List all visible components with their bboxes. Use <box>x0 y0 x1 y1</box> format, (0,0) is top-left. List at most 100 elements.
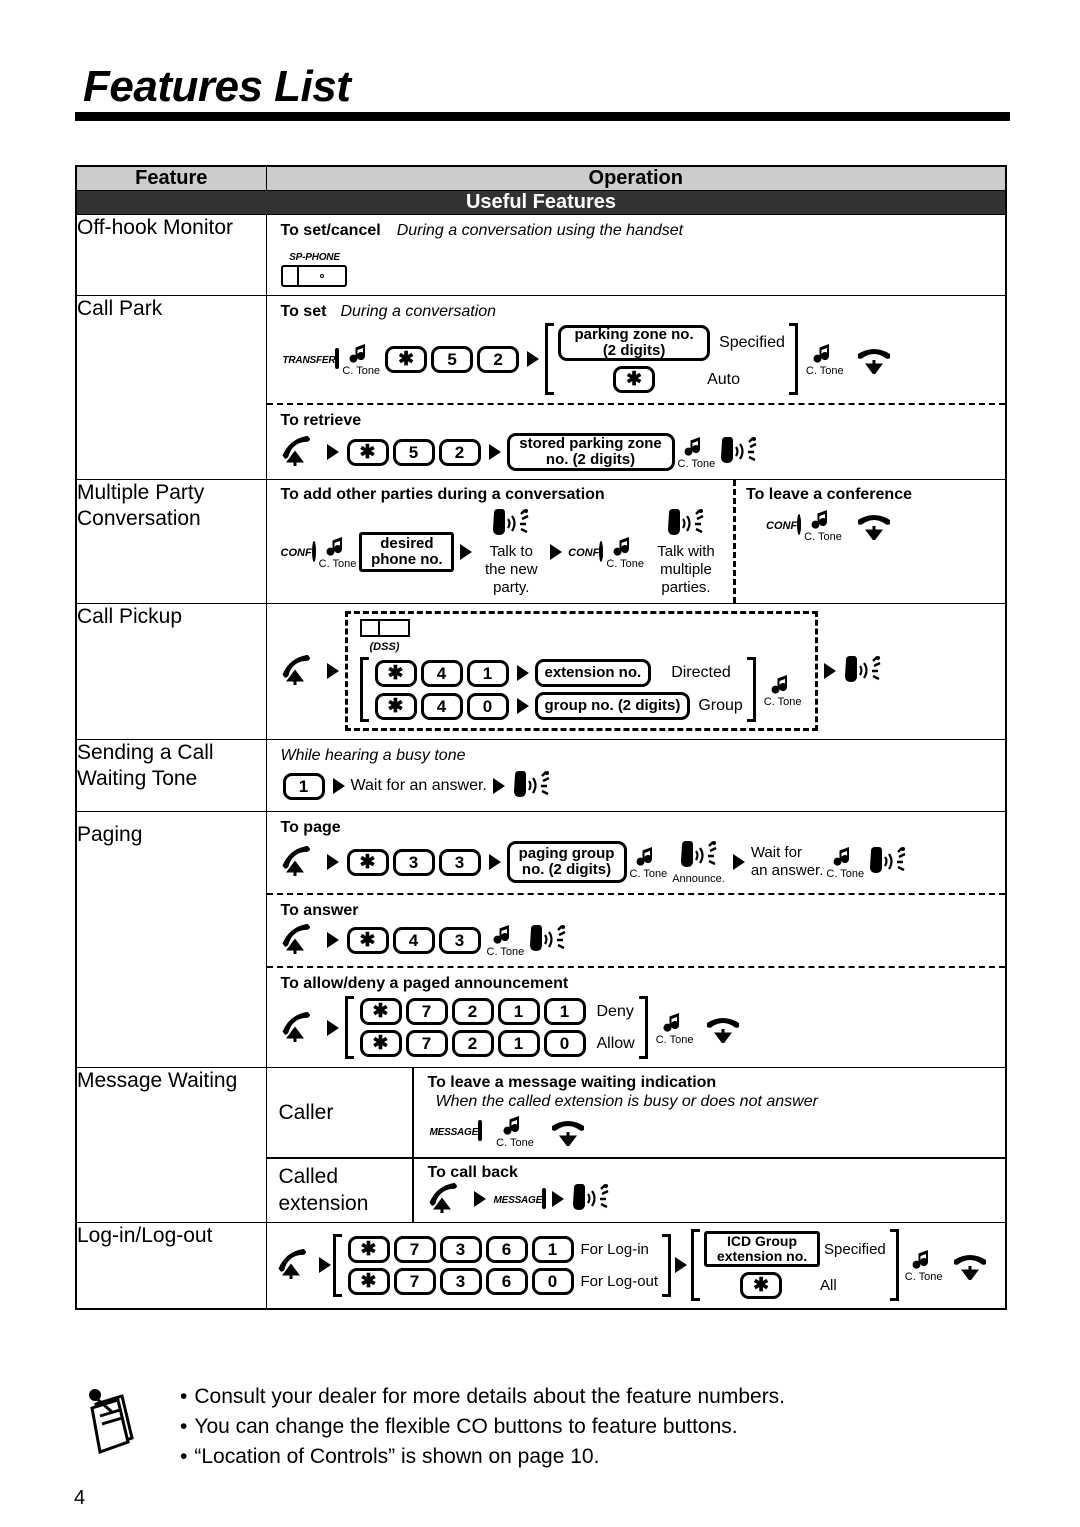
dial-key[interactable]: ✱ <box>346 926 389 954</box>
dial-key[interactable]: ✱ <box>347 1235 390 1263</box>
dial-key[interactable]: 6 <box>485 1267 528 1295</box>
page-number: 4 <box>74 1487 86 1509</box>
dial-key[interactable]: 1 <box>497 1030 540 1057</box>
feature-name: Call Park <box>75 295 267 480</box>
confirmation-tone: C. Tone <box>804 507 842 543</box>
dial-key[interactable]: 1 <box>531 1235 574 1263</box>
desired-phone-no-callout[interactable]: desired phone no. <box>359 532 455 572</box>
talk-icon <box>867 845 909 879</box>
hang-up-icon <box>853 510 895 540</box>
dial-key[interactable]: 7 <box>393 1267 436 1295</box>
dial-key[interactable]: 7 <box>405 1030 448 1057</box>
dss-button[interactable]: (DSS) <box>359 619 410 655</box>
wait-for-line2: an answer. <box>750 862 824 879</box>
dial-key[interactable]: ✱ <box>346 438 389 466</box>
sub-operation: While hearing a busy tone 1 Wait for an … <box>267 740 1006 811</box>
dial-key[interactable]: ✱ <box>359 1030 402 1057</box>
talk-icon <box>678 839 720 873</box>
parking-zone-callout[interactable]: parking zone no. (2 digits) <box>558 325 711 361</box>
dial-key[interactable]: 7 <box>393 1235 436 1263</box>
dial-key[interactable]: 4 <box>420 659 463 687</box>
sub-subheading: When the called extension is busy or doe… <box>435 1093 818 1110</box>
dial-key[interactable]: 1 <box>282 772 325 800</box>
dial-key[interactable]: 3 <box>392 848 435 876</box>
option-label: Specified <box>719 334 785 351</box>
features-table: Feature Operation Useful Features Off-ho… <box>75 165 1007 1310</box>
table-row: Sending a Call Waiting Tone While hearin… <box>75 739 1007 812</box>
hang-up-icon <box>853 344 895 374</box>
dial-key[interactable]: 3 <box>438 848 481 876</box>
dial-key[interactable]: 5 <box>431 345 474 373</box>
arrow-right-icon <box>332 778 345 794</box>
confirmation-tone: C. Tone <box>342 341 380 377</box>
title-underline <box>75 112 1010 121</box>
dial-key[interactable]: 7 <box>405 998 448 1025</box>
table-row: Multiple Party Conversation To add other… <box>75 479 1007 604</box>
conf-button[interactable]: CONF <box>281 541 316 562</box>
sub-operation: To answer ✱ 4 3 C. Tone <box>266 893 1005 966</box>
arrow-right-icon <box>492 778 505 794</box>
confirmation-tone: C. Tone <box>905 1247 942 1283</box>
talk-icon <box>665 507 707 541</box>
option-label: Group <box>698 697 743 714</box>
sub-operation: To set During a conversation TRANSFER C.… <box>267 296 1006 403</box>
dial-key[interactable]: 0 <box>543 1030 586 1057</box>
message-waiting-subtable: Caller To leave a message waiting indica… <box>266 1068 1006 1222</box>
dial-key[interactable]: ✱ <box>347 1267 390 1295</box>
dial-key[interactable]: ✱ <box>374 659 417 687</box>
message-button[interactable]: MESSAGE <box>428 1120 483 1141</box>
dial-key[interactable]: ✱ <box>740 1272 783 1299</box>
dial-key[interactable]: 3 <box>438 926 481 954</box>
confirmation-tone: C. Tone <box>678 434 715 470</box>
column-header-operation: Operation <box>265 165 1007 191</box>
dial-key[interactable]: 4 <box>420 692 463 720</box>
option-bracket-group: ✱ 4 1 extension no. Directed ✱ 4 0 group… <box>359 657 756 722</box>
group-no-callout[interactable]: group no. (2 digits) <box>534 692 691 720</box>
dial-key[interactable]: 1 <box>466 659 509 687</box>
sp-phone-button[interactable]: SP-PHONE <box>280 247 347 287</box>
dial-key[interactable]: ✱ <box>359 998 402 1025</box>
table-row: Caller To leave a message waiting indica… <box>266 1068 1005 1159</box>
dial-key[interactable]: 1 <box>497 998 540 1025</box>
stored-parking-zone-callout[interactable]: stored parking zone no. (2 digits) <box>506 433 675 471</box>
dial-key[interactable]: ✱ <box>613 366 656 393</box>
conf-button[interactable]: CONF <box>568 541 604 562</box>
option-bracket-group: ICD Group extension no. Specified ✱ All <box>691 1229 899 1301</box>
option-row: ICD Group extension no. Specified <box>704 1231 886 1267</box>
sub-operation: To leave a message waiting indication Wh… <box>412 1068 1005 1159</box>
dial-key[interactable]: 2 <box>438 438 481 466</box>
dial-key[interactable]: 0 <box>531 1267 574 1295</box>
music-note-icon <box>911 1247 937 1273</box>
conf-button[interactable]: CONF <box>766 514 802 535</box>
sp-phone-button-label: SP-PHONE <box>289 252 340 263</box>
dial-key[interactable]: 4 <box>392 926 435 954</box>
dial-key[interactable]: ✱ <box>346 848 389 876</box>
dial-key[interactable]: 2 <box>451 1030 494 1057</box>
option-row: ✱ All <box>704 1272 886 1299</box>
dial-key[interactable]: 2 <box>451 998 494 1025</box>
dial-key[interactable]: 0 <box>466 692 509 720</box>
confirmation-tone: C. Tone <box>826 844 864 880</box>
dial-key[interactable]: ✱ <box>385 345 428 373</box>
dial-key[interactable]: 3 <box>439 1267 482 1295</box>
paging-group-callout[interactable]: paging group no. (2 digits) <box>506 841 627 883</box>
dial-key[interactable]: 5 <box>392 438 435 466</box>
sub-operation: To call back MESSAGE <box>413 1158 1006 1222</box>
arrow-right-icon <box>732 854 745 870</box>
transfer-button-body <box>335 348 340 369</box>
dial-key[interactable]: 3 <box>439 1235 482 1263</box>
confirmation-tone: C. Tone <box>764 672 802 708</box>
talk-icon <box>842 654 884 688</box>
extension-no-callout[interactable]: extension no. <box>534 659 652 687</box>
dial-key[interactable]: 6 <box>485 1235 528 1263</box>
led-indicator-icon <box>283 267 299 285</box>
dial-key[interactable]: 1 <box>543 998 586 1025</box>
transfer-button[interactable]: TRANSFER <box>281 348 340 369</box>
dial-key[interactable]: ✱ <box>374 692 417 720</box>
message-button[interactable]: MESSAGE <box>492 1188 547 1209</box>
icd-group-callout[interactable]: ICD Group extension no. <box>704 1231 821 1267</box>
music-note-icon <box>770 672 796 698</box>
instruction-text: Wait for an answer. <box>350 777 487 794</box>
dial-key[interactable]: 2 <box>477 345 520 373</box>
option-row: ✱ 4 0 group no. (2 digits) Group <box>373 692 743 720</box>
